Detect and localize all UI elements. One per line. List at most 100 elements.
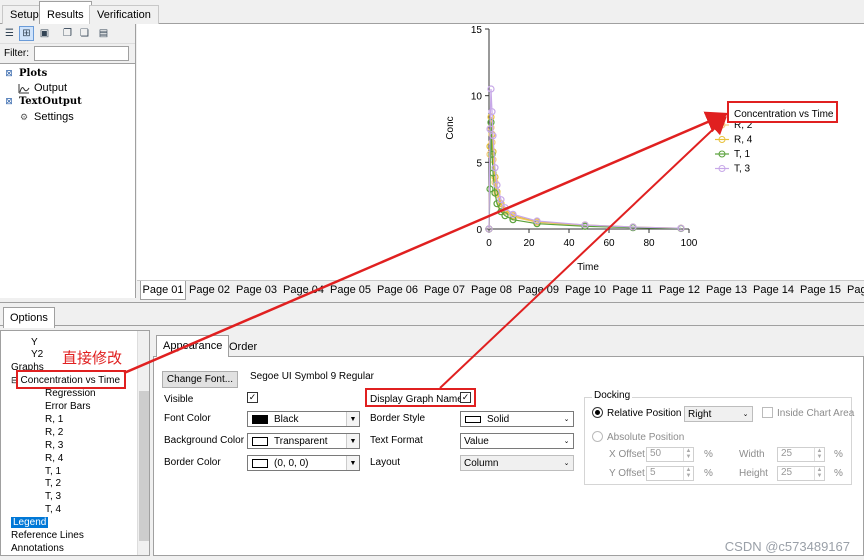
options-tree-item[interactable]: T, 1 [45,464,61,478]
page-tab[interactable]: Page 04 [280,281,327,300]
options-tree-item[interactable]: Y [31,335,38,349]
width-input[interactable]: 25 ▲ ▼ [777,447,825,462]
options-tree-item[interactable]: R, 2 [45,425,63,439]
chart-area[interactable]: 0 5 10 15 0 20 40 60 80 100 Conc Time Concentrati… [137,24,864,280]
options-tree-item[interactable]: T, 3 [45,490,61,504]
options-tree-item[interactable]: R, 4 [45,451,63,465]
page-tab[interactable]: Page 02 [186,281,233,300]
tab-appearance-label: Appearance [163,340,223,352]
results-tree-panel: ☰ ⊞ ▣ ❐ ❏ ▤ Filter: ⊠ Plots Output ⊠ Tex… [0,24,136,298]
display-graph-names-checkbox[interactable]: ✓ [460,392,471,403]
font-color-select[interactable]: Black ▼ [247,411,360,427]
visible-label: Visible [164,394,194,405]
x-tick-label: 40 [563,238,575,249]
height-unit: % [834,468,843,479]
tree-item-output[interactable]: Output [18,81,67,95]
image-view-icon[interactable]: ▣ [37,26,52,41]
height-input[interactable]: 25 ▲ ▼ [777,466,825,481]
absolute-position-radio[interactable] [592,431,603,442]
page-tab[interactable]: Page 09 [515,281,562,300]
chevron-down-icon: ▼ [346,456,359,470]
options-tree-item[interactable]: ⊟ Concentration vs Time [11,374,120,388]
tab-results[interactable]: Results [39,1,92,25]
options-tree-item[interactable]: Legend [11,516,49,530]
background-color-select[interactable]: Transparent ▼ [247,433,360,449]
options-tree-item[interactable]: R, 3 [45,438,63,452]
background-color-swatch [252,436,268,446]
relative-position-select[interactable]: Right ⌄ [684,406,753,422]
y-tick-label: 15 [471,25,483,36]
copy-all-icon[interactable]: ❏ [77,26,92,41]
tab-results-label: Results [47,9,84,21]
filter-input[interactable] [34,46,129,61]
background-color-label: Background Color [164,435,245,446]
tab-appearance[interactable]: Appearance [156,335,230,358]
text-format-select[interactable]: Value ⌄ [460,433,574,449]
options-tree-item[interactable]: T, 4 [45,503,61,517]
border-style-value: Solid [487,413,510,425]
page-tab[interactable]: Page 05 [327,281,374,300]
layout-select[interactable]: Column ⌄ [460,455,574,471]
width-value: 25 [781,448,793,459]
tree-view-icon[interactable]: ⊞ [19,26,34,41]
tab-order[interactable]: Order [223,337,263,357]
visible-checkbox[interactable]: ✓ [247,392,258,403]
tab-verification[interactable]: Verification [89,5,159,24]
border-style-select[interactable]: Solid ⌄ [460,411,574,427]
tree-item-label: Output [34,82,68,94]
page-tab[interactable]: Page 01 [140,281,186,300]
page-tab[interactable]: Page 16 [844,281,864,300]
page-tab[interactable]: Page 11 [609,281,656,300]
chevron-down-icon: ⌄ [560,412,573,426]
page-tab[interactable]: Page 13 [703,281,750,300]
font-color-value: Black [274,413,299,425]
inside-chart-area-checkbox[interactable] [762,407,773,418]
export-icon[interactable]: ▤ [96,26,111,41]
tab-options[interactable]: Options [3,307,55,328]
x-offset-input[interactable]: 50 ▲ ▼ [646,447,694,462]
tree-item-textoutput[interactable]: ⊠ TextOutput [3,94,82,108]
tree-item-plots[interactable]: ⊠ Plots [3,66,47,80]
options-tree-item[interactable]: Error Bars [45,400,91,414]
x-tick-label: 80 [643,238,655,249]
relative-position-radio[interactable] [592,407,603,418]
legend-entry: R, 2 [734,120,753,131]
options-tree-scrollbar[interactable] [137,331,149,555]
docking-title: Docking [592,390,633,401]
page-tab[interactable]: Page 08 [468,281,515,300]
width-label: Width [739,449,765,460]
options-tree-label: Graphs [11,362,44,374]
tree-item-settings[interactable]: ⚙ Settings [18,110,74,124]
page-tab[interactable]: Page 10 [562,281,609,300]
change-font-button[interactable]: Change Font... [162,371,238,388]
appearance-tab-content: Change Font... Segoe UI Symbol 9 Regular… [153,357,864,556]
page-tab[interactable]: Page 12 [656,281,703,300]
chevron-down-icon: ⌄ [560,434,573,448]
x-tick-label: 60 [603,238,615,249]
x-tick-label: 0 [486,238,492,249]
options-tree-item[interactable]: Reference Lines [11,529,84,543]
page-tab[interactable]: Page 07 [421,281,468,300]
watermark: CSDN @c573489167 [724,539,850,554]
border-color-select[interactable]: (0, 0, 0) ▼ [247,455,360,471]
options-tree-item[interactable]: Annotations [11,541,64,555]
scrollbar-thumb[interactable] [139,391,149,541]
options-tree-label: T, 3 [45,491,62,503]
collapse-icon[interactable]: ⊟ [11,375,19,386]
list-view-icon[interactable]: ☰ [2,26,17,41]
page-tab[interactable]: Page 06 [374,281,421,300]
page-tab[interactable]: Page 03 [233,281,280,300]
options-tree-item[interactable]: Regression [45,387,96,401]
options-tree-item[interactable]: T, 2 [45,477,61,491]
tree-item-label: TextOutput [19,95,82,107]
page-tab[interactable]: Page 14 [750,281,797,300]
y-axis-label: Conc [445,116,456,139]
copy-icon[interactable]: ❐ [60,26,75,41]
y-offset-input[interactable]: 5 ▲ ▼ [646,466,694,481]
page-tab[interactable]: Page 15 [797,281,844,300]
options-tree-item[interactable]: Graphs [11,361,44,375]
chevron-down-icon: ⌄ [563,460,570,467]
options-tree-item[interactable]: Y2 [31,348,43,362]
filter-row: Filter: [0,44,135,64]
options-tree-item[interactable]: R, 1 [45,412,63,426]
